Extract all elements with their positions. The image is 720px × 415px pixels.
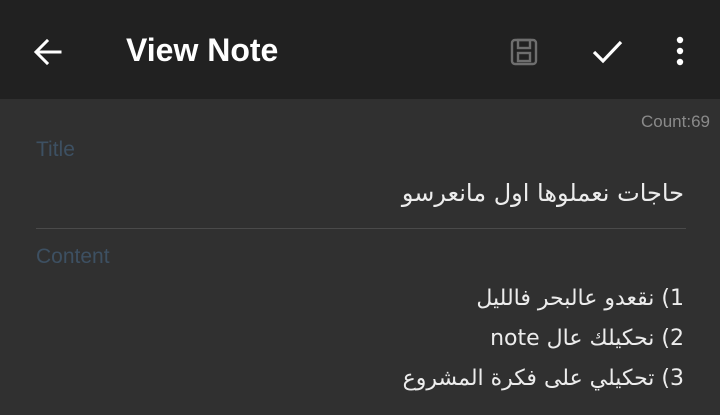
- confirm-button[interactable]: [584, 28, 630, 74]
- title-field[interactable]: حاجات نعملوها اول مانعرسو: [64, 175, 684, 211]
- content-field[interactable]: 1) نقعدو عالبحر فالليل 2) نحكيلك عال not…: [44, 280, 684, 400]
- page-title: View Note: [126, 32, 279, 68]
- more-vert-icon: [676, 36, 684, 66]
- content-label: Content: [36, 245, 110, 268]
- content-line: 1) نقعدو عالبحر فالليل: [476, 286, 684, 311]
- app-bar: View Note: [0, 0, 720, 99]
- title-label: Title: [36, 138, 75, 161]
- back-button[interactable]: [22, 26, 74, 78]
- save-icon: [510, 38, 538, 66]
- content-line: 2) نحكيلك عال note: [490, 326, 684, 351]
- title-underline: [36, 228, 686, 229]
- more-options-button[interactable]: [660, 28, 700, 74]
- content-line: 3) تحكيلي على فكرة المشروع: [402, 366, 684, 391]
- save-button[interactable]: [502, 30, 546, 74]
- arrow-left-icon: [33, 38, 62, 66]
- check-icon: [592, 40, 623, 64]
- view-note-screen: View Note Count:69 Title حاجات نعملوها ا…: [0, 0, 720, 415]
- character-count: Count:69: [641, 112, 710, 131]
